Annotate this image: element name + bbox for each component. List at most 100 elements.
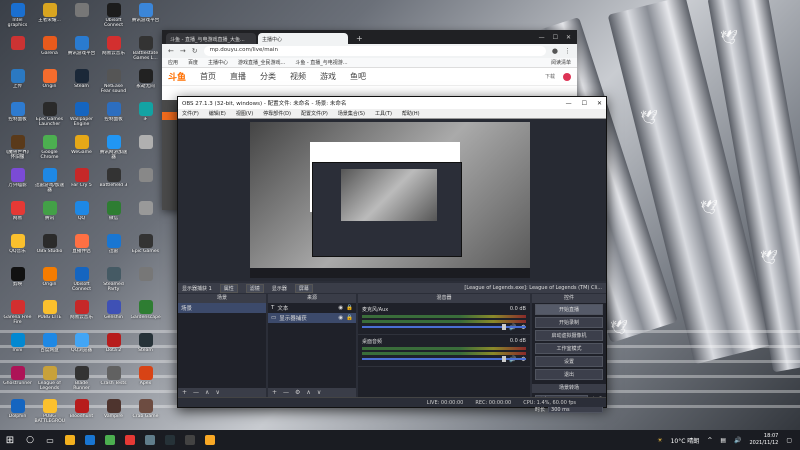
taskbar-app-icon[interactable]: [180, 430, 200, 450]
desktop-shortcut[interactable]: ​: [66, 0, 97, 33]
url-input[interactable]: mp.douyu.com/live/main: [203, 46, 546, 56]
desktop-shortcut[interactable]: Garena: [34, 33, 65, 66]
exit-button[interactable]: 退出: [535, 369, 603, 380]
desktop-shortcut[interactable]: Gardenscapes: [130, 297, 161, 330]
minimize-icon[interactable]: —: [539, 34, 545, 41]
task-view-icon[interactable]: ▭: [40, 430, 60, 450]
desktop-shortcut[interactable]: Wallpaper Engine: [66, 99, 97, 132]
desktop-shortcut[interactable]: 剪映: [2, 264, 33, 297]
weather-icon[interactable]: ☀: [657, 437, 662, 444]
desktop-shortcut[interactable]: Apex: [130, 363, 161, 396]
desktop-shortcut[interactable]: 腾讯网游加速器: [98, 132, 129, 165]
desktop-shortcut[interactable]: ​: [130, 132, 161, 165]
desktop-shortcut[interactable]: 腾讯游戏平台: [66, 33, 97, 66]
desktop-shortcut[interactable]: iF: [130, 99, 161, 132]
slider-knob[interactable]: [502, 324, 506, 330]
minimize-icon[interactable]: —: [566, 100, 572, 107]
notification-icon[interactable]: ▢: [786, 437, 792, 444]
menu-file[interactable]: 文件(F): [182, 110, 199, 117]
desktop-shortcut[interactable]: 迅雷: [98, 231, 129, 264]
desktop-shortcut[interactable]: 永劫无间: [130, 66, 161, 99]
search-icon[interactable]: ○: [20, 430, 40, 450]
close-icon[interactable]: ✕: [566, 34, 571, 41]
download-link[interactable]: 下载: [545, 73, 555, 80]
add-icon[interactable]: +: [272, 389, 277, 396]
bookmark-item[interactable]: 百度: [188, 59, 198, 66]
reload-icon[interactable]: ↻: [192, 47, 198, 55]
desktop-shortcut[interactable]: Steam: [130, 330, 161, 363]
nav-fishbar[interactable]: 鱼吧: [350, 71, 366, 82]
desktop-shortcut[interactable]: League of Legends: [34, 363, 65, 396]
bookmark-item[interactable]: 主播中心: [208, 59, 228, 66]
desktop-shortcut[interactable]: Far Cry 5: [66, 165, 97, 198]
up-icon[interactable]: ∧: [306, 389, 310, 396]
eye-icon[interactable]: ◉: [338, 315, 343, 321]
taskbar-app-icon[interactable]: [160, 430, 180, 450]
desktop-shortcut[interactable]: Battlefield 3: [98, 165, 129, 198]
display-select[interactable]: 屏幕: [294, 283, 313, 293]
desktop-shortcut[interactable]: 网易云音乐: [98, 33, 129, 66]
remove-icon[interactable]: —: [193, 389, 199, 396]
network-icon[interactable]: ▤: [720, 437, 726, 444]
weather-text[interactable]: 10°C 晴朗: [671, 436, 700, 445]
desktop-shortcut[interactable]: Vampire: [98, 396, 129, 429]
reading-list[interactable]: 阅读清单: [551, 59, 571, 66]
desktop-shortcut[interactable]: 百度网盘: [34, 330, 65, 363]
start-streaming-button[interactable]: 开始直播: [535, 304, 603, 315]
desktop-shortcut[interactable]: QQ音乐: [2, 231, 33, 264]
desktop-shortcut[interactable]: Ghostrunner: [2, 363, 33, 396]
desktop-shortcut[interactable]: ​: [130, 264, 161, 297]
back-icon[interactable]: ←: [168, 47, 174, 55]
gear-icon[interactable]: ⚙: [295, 389, 300, 396]
desktop-shortcut[interactable]: QQ: [66, 198, 97, 231]
duration-input[interactable]: 300 ms: [548, 406, 603, 413]
bookmark-item[interactable]: 斗鱼 - 直播_与电视游...: [295, 59, 347, 66]
desktop-shortcut[interactable]: 网易云音乐: [66, 297, 97, 330]
virtual-camera-button[interactable]: 启动虚拟摄像机: [535, 330, 603, 341]
desktop-shortcut[interactable]: 控制面板: [98, 99, 129, 132]
desktop-shortcut[interactable]: mini: [2, 330, 33, 363]
add-icon[interactable]: +: [182, 389, 187, 396]
douyu-logo[interactable]: 斗鱼: [168, 70, 186, 83]
desktop-shortcut[interactable]: 腾讯游戏平台: [130, 0, 161, 33]
desktop-shortcut[interactable]: Crab Game: [130, 396, 161, 429]
desktop-shortcut[interactable]: Ubisoft Connect: [66, 264, 97, 297]
lock-icon[interactable]: 🔒: [346, 305, 353, 311]
desktop-shortcut[interactable]: Genshin: [98, 297, 129, 330]
desktop-shortcut[interactable]: Origin: [34, 66, 65, 99]
desktop-shortcut[interactable]: 王者荣耀...: [34, 0, 65, 33]
desktop-shortcut[interactable]: Crash Tests: [98, 363, 129, 396]
menu-scene-collection[interactable]: 场景集合(S): [338, 110, 365, 117]
browser-tab-active[interactable]: 主播中心: [258, 33, 348, 44]
properties-button[interactable]: 属性: [219, 283, 238, 293]
desktop-shortcut[interactable]: 上传: [2, 66, 33, 99]
maximize-icon[interactable]: ☐: [582, 100, 587, 107]
chevron-up-icon[interactable]: ^: [707, 437, 712, 444]
desktop-shortcut[interactable]: Epic Games Launcher: [34, 99, 65, 132]
up-icon[interactable]: ∧: [205, 389, 209, 396]
menu-edit[interactable]: 编辑(E): [209, 110, 226, 117]
desktop-shortcut[interactable]: Epic Games: [130, 231, 161, 264]
taskbar-app-icon[interactable]: [120, 430, 140, 450]
desktop-shortcut[interactable]: Bloodhunt: [66, 396, 97, 429]
bookmark-item[interactable]: 应用: [168, 59, 178, 66]
taskbar-app-icon[interactable]: [100, 430, 120, 450]
desktop-shortcut[interactable]: ​: [130, 165, 161, 198]
nav-game[interactable]: 游戏: [320, 71, 336, 82]
desktop-shortcut[interactable]: ​: [2, 33, 33, 66]
nav-category[interactable]: 分类: [260, 71, 276, 82]
close-icon[interactable]: ✕: [597, 100, 602, 107]
desktop-shortcut[interactable]: Dota 2: [98, 330, 129, 363]
desktop-shortcut[interactable]: 微信: [98, 198, 129, 231]
desktop-shortcut[interactable]: 控制面板: [2, 99, 33, 132]
settings-button[interactable]: 设置: [535, 356, 603, 367]
volume-slider[interactable]: [362, 324, 526, 330]
desktop-shortcut[interactable]: PUBG LITE: [34, 297, 65, 330]
desktop-shortcut[interactable]: WeGame: [66, 132, 97, 165]
menu-tools[interactable]: 工具(T): [375, 110, 392, 117]
desktop-shortcut[interactable]: 直播伴侣: [66, 231, 97, 264]
source-item[interactable]: ▭ 显示器捕获 ◉ 🔒: [268, 313, 356, 323]
avatar[interactable]: [563, 72, 571, 81]
desktop-shortcut[interactable]: Dolphin: [2, 396, 33, 429]
desktop-shortcut[interactable]: ​: [130, 198, 161, 231]
